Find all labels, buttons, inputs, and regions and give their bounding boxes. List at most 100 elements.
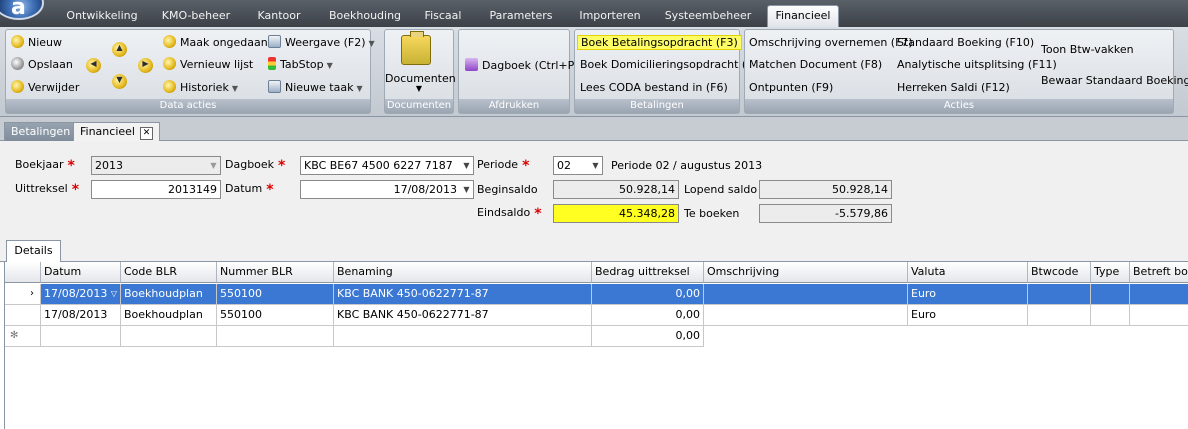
tabstop-button[interactable]: TabStop ▼ (268, 56, 333, 74)
cell-omschrijving[interactable] (704, 284, 908, 305)
tab-parameters[interactable]: Parameters (484, 6, 558, 26)
cell-type[interactable] (1091, 284, 1130, 305)
documenten-button[interactable]: Documenten ▼ (385, 30, 456, 100)
matchen-document-button[interactable]: Matchen Document (F8) (749, 56, 882, 74)
required-mark: * (522, 158, 530, 174)
header-btwcode[interactable]: Btwcode (1028, 262, 1091, 283)
ontpunten-button[interactable]: Ontpunten (F9) (749, 79, 833, 97)
details-tab-strip: Details (0, 236, 1188, 262)
maak-ongedaan-button[interactable]: Maak ongedaan (163, 34, 268, 52)
header-omschrijving[interactable]: Omschrijving (704, 262, 908, 283)
datum-input[interactable]: 17/08/2013 ▼ (300, 180, 474, 199)
dagboek-print-button[interactable]: Dagboek (Ctrl+P) (465, 57, 579, 75)
header-bedrag-uittreksel[interactable]: Bedrag uittreksel (592, 262, 704, 283)
required-mark: * (67, 158, 75, 174)
tab-fiscaal[interactable]: Fiscaal (418, 6, 468, 26)
header-code-blr[interactable]: Code BLR (121, 262, 217, 283)
tab-kmo-beheer[interactable]: KMO-beheer (155, 6, 237, 26)
cell-code-blr[interactable]: Boekhoudplan (121, 305, 217, 326)
tab-systeembeheer[interactable]: Systeembeheer (660, 6, 756, 26)
header-type[interactable]: Type (1091, 262, 1130, 283)
toon-btw-vakken-button[interactable]: Toon Btw-vakken (1041, 41, 1134, 59)
tab-kantoor[interactable]: Kantoor (250, 6, 308, 26)
cell-bedrag[interactable]: 0,00 (592, 284, 704, 305)
app-logo[interactable]: a (0, 0, 44, 20)
header-betreft-boeking[interactable]: Betreft boe (1130, 262, 1188, 283)
periode-description: Periode 02 / augustus 2013 (611, 159, 763, 172)
tab-boekhouding[interactable]: Boekhouding (325, 6, 405, 26)
cell-betreft[interactable] (1130, 305, 1188, 326)
cell-code-blr[interactable]: Boekhoudplan (121, 284, 217, 305)
vernieuw-lijst-button[interactable]: Vernieuw lijst (163, 56, 253, 74)
lees-coda-button[interactable]: Lees CODA bestand in (F6) (580, 79, 728, 97)
cell-btwcode[interactable] (1028, 305, 1091, 326)
table-row[interactable]: › 17/08/2013 ▽ Boekhoudplan 550100 KBC BA… (5, 284, 1188, 305)
tab-financieel[interactable]: Financieel (767, 5, 839, 28)
group-afdrukken: Dagboek (Ctrl+P) Afdrukken (458, 29, 579, 114)
doc-tab-financieel[interactable]: Financieel ✕ (73, 122, 160, 141)
tab-importeren[interactable]: Importeren (573, 6, 647, 26)
group-label-afdrukken: Afdrukken (459, 99, 569, 113)
app-logo-letter: a (11, 0, 26, 20)
cell-benaming[interactable] (334, 326, 592, 347)
dagboek-select[interactable]: KBC BE67 4500 6227 7187 ▼ (300, 156, 474, 175)
nav-down-button[interactable]: ▼ (112, 74, 127, 89)
analytische-uitsplitsing-button[interactable]: Analytische uitsplitsing (F11) (897, 56, 1057, 74)
cell-bedrag[interactable]: 0,00 (592, 326, 704, 347)
uittreksel-value: 2013149 (168, 183, 217, 196)
header-valuta[interactable]: Valuta (908, 262, 1028, 283)
boek-betalingsopdracht-button[interactable]: Boek Betalingsopdracht (F3) (577, 34, 742, 52)
cell-omschrijving[interactable] (704, 305, 908, 326)
eindsaldo-input[interactable]: 45.348,28 (553, 204, 679, 223)
standaard-boeking-button[interactable]: Standaard Boeking (F10) (897, 34, 1034, 52)
periode-select[interactable]: 02 ▼ (553, 156, 603, 175)
bewaar-standaard-boeking-button[interactable]: Bewaar Standaard Boeking (1041, 72, 1188, 90)
cell-nummer-blr[interactable]: 550100 (217, 305, 334, 326)
table-row[interactable]: 17/08/2013 Boekhoudplan 550100 KBC BANK … (5, 305, 1188, 326)
herreken-saldi-button[interactable]: Herreken Saldi (F12) (897, 79, 1010, 97)
cell-valuta[interactable]: Euro (908, 305, 1028, 326)
required-mark: * (278, 158, 286, 174)
header-indicator (5, 262, 41, 283)
cell-datum[interactable]: 17/08/2013 ▽ (41, 284, 121, 305)
nieuwe-taak-button[interactable]: Nieuwe taak ▼ (268, 79, 363, 97)
weergave-button[interactable]: Weergave (F2) ▼ (268, 34, 375, 52)
cell-nummer-blr[interactable]: 550100 (217, 284, 334, 305)
cell-nummer-blr[interactable] (217, 326, 334, 347)
cell-omschrijving[interactable] (704, 326, 908, 347)
nieuw-button[interactable]: Nieuw (11, 34, 62, 52)
new-row[interactable]: ✻ 0,00 (5, 326, 1188, 347)
uittreksel-input[interactable]: 2013149 (91, 180, 221, 199)
nav-first-button[interactable]: ◀ (86, 58, 101, 73)
doc-tab-betalingen[interactable]: Betalingen (4, 122, 78, 141)
nieuwe-taak-label: Nieuwe taak (285, 81, 354, 94)
omschrijving-overnemen-button[interactable]: Omschrijving overnemen (F7) (749, 34, 913, 52)
cell-datum[interactable] (41, 326, 121, 347)
historiek-button[interactable]: Historiek ▼ (163, 79, 238, 97)
cell-benaming[interactable]: KBC BANK 450-0622771-87 (334, 305, 592, 326)
chevron-down-icon: ▼ (356, 84, 363, 93)
header-benaming[interactable]: Benaming (334, 262, 592, 283)
header-datum[interactable]: Datum (41, 262, 121, 283)
tab-ontwikkeling[interactable]: Ontwikkeling (63, 6, 141, 26)
cell-bedrag[interactable]: 0,00 (592, 305, 704, 326)
opslaan-button[interactable]: Opslaan (11, 56, 73, 74)
boekjaar-select[interactable]: 2013 ▼ (91, 156, 221, 175)
boekjaar-label: Boekjaar * (15, 158, 75, 174)
cell-type[interactable] (1091, 305, 1130, 326)
cell-betreft[interactable] (1130, 284, 1188, 305)
boek-domiciliering-button[interactable]: Boek Domicilieringsopdracht (F4) (580, 56, 764, 74)
close-icon[interactable]: ✕ (139, 127, 153, 140)
verwijder-button[interactable]: Verwijder (11, 79, 79, 97)
nav-last-button[interactable]: ▶ (138, 58, 153, 73)
cell-benaming[interactable]: KBC BANK 450-0622771-87 (334, 284, 592, 305)
cell-btwcode[interactable] (1028, 284, 1091, 305)
cell-datum[interactable]: 17/08/2013 (41, 305, 121, 326)
cell-code-blr[interactable] (121, 326, 217, 347)
arrow-up-icon: ▲ (116, 43, 123, 52)
cell-valuta[interactable]: Euro (908, 284, 1028, 305)
nav-up-button[interactable]: ▲ (112, 42, 127, 57)
tab-details[interactable]: Details (6, 240, 61, 262)
dagboek-label-text: Dagboek (225, 158, 275, 171)
header-nummer-blr[interactable]: Nummer BLR (217, 262, 334, 283)
